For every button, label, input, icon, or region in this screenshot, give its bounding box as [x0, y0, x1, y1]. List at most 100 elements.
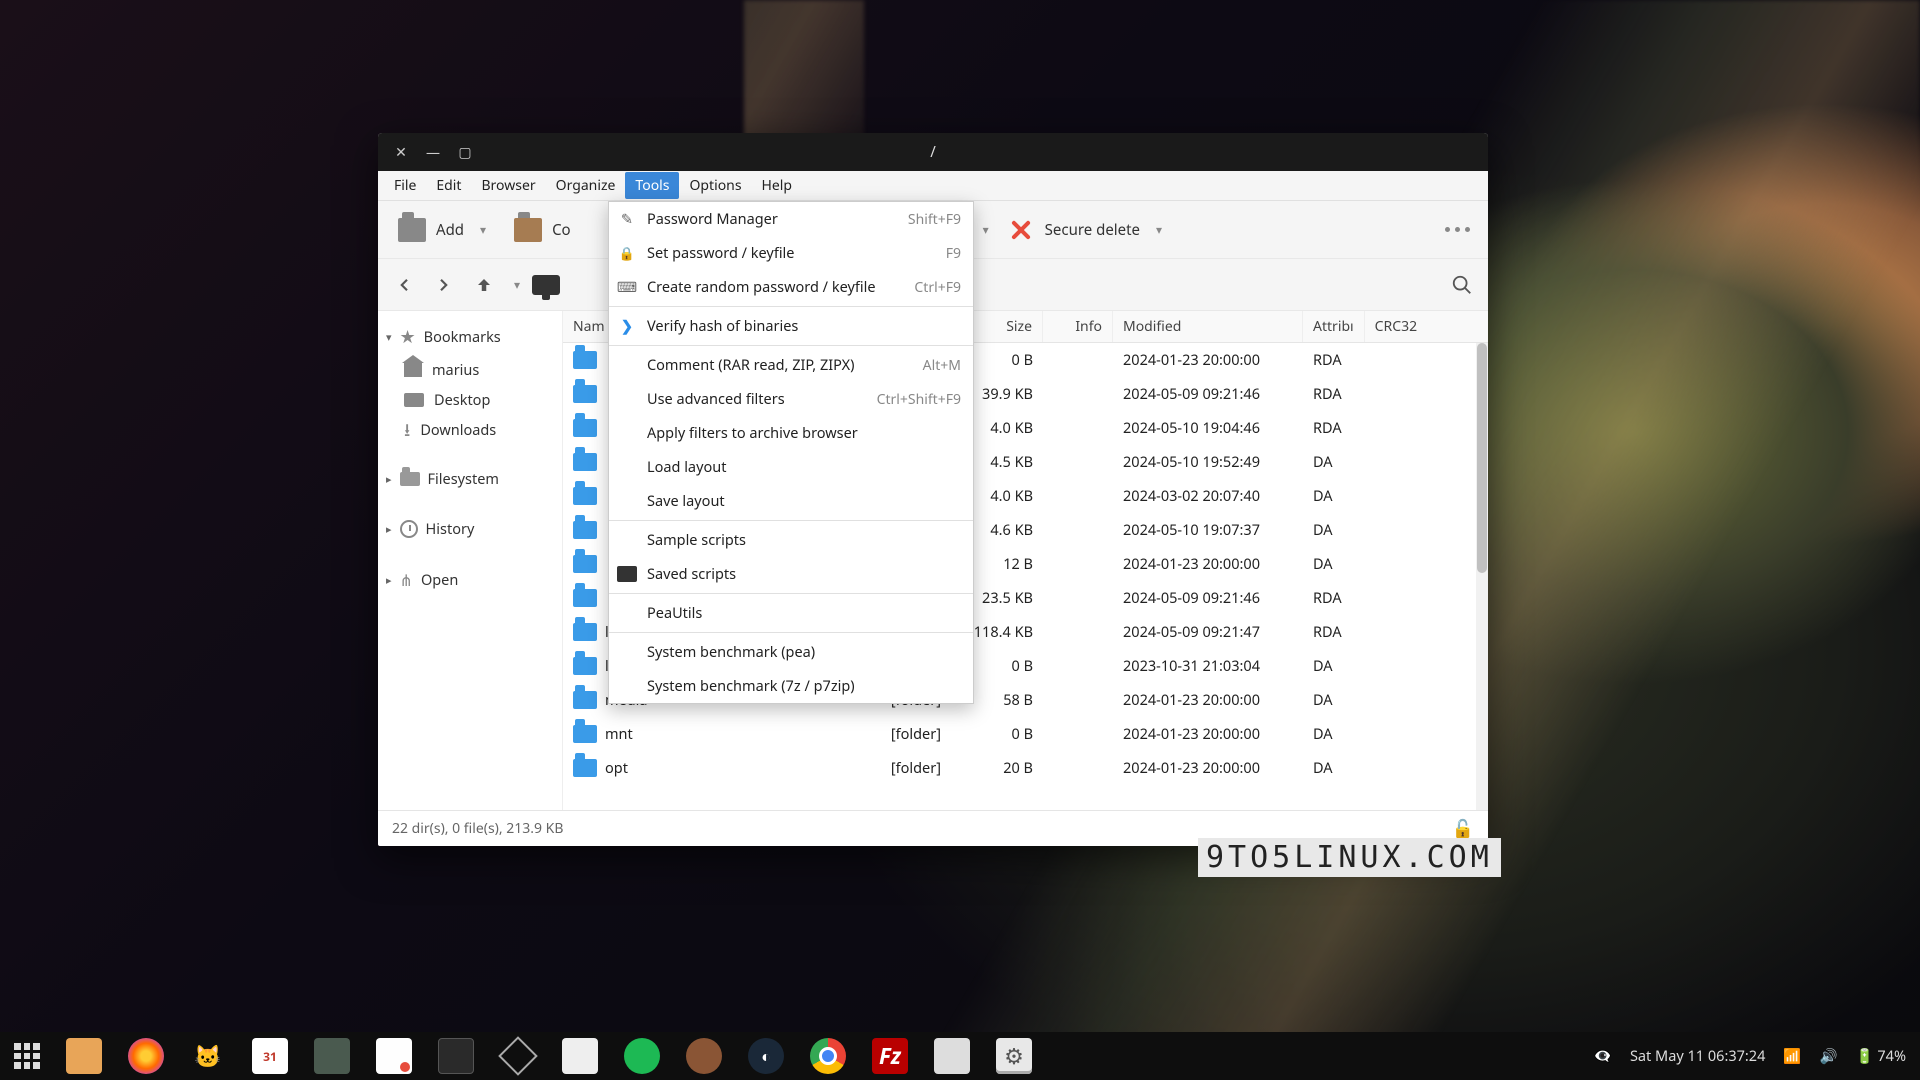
sidebar-open[interactable]: ▸ ⋔ Open: [378, 563, 562, 597]
menu-edit[interactable]: Edit: [426, 172, 471, 199]
menu-help[interactable]: Help: [752, 172, 803, 199]
tray-volume-icon[interactable]: 🔊: [1819, 1046, 1837, 1066]
chevron-down-icon: ▾: [386, 330, 392, 345]
table-row[interactable]: opt[folder]20 B2024-01-23 20:00:00DA: [563, 751, 1488, 785]
secure-delete-button[interactable]: Secure delete ▾: [997, 212, 1172, 248]
sidebar: ▾ ★ Bookmarks marius Desktop ⭳ Downloads…: [378, 311, 563, 810]
taskbar-boxes[interactable]: [500, 1038, 536, 1074]
computer-icon[interactable]: [532, 275, 560, 295]
tray-wifi-icon[interactable]: 📶: [1783, 1046, 1801, 1066]
menu-item[interactable]: Saved scripts: [609, 557, 973, 591]
taskbar-editor[interactable]: [376, 1038, 412, 1074]
col-modified[interactable]: Modified: [1113, 311, 1303, 342]
folder-icon: [573, 385, 597, 403]
taskbar-calculator[interactable]: [314, 1038, 350, 1074]
table-row[interactable]: mnt[folder]0 B2024-01-23 20:00:00DA: [563, 717, 1488, 751]
chevron-down-icon[interactable]: ▾: [514, 276, 520, 293]
folder-icon: [573, 759, 597, 777]
folder-icon: [573, 691, 597, 709]
menu-item[interactable]: Password ManagerShift+F9: [609, 202, 973, 236]
sidebar-item-desktop[interactable]: Desktop: [378, 385, 562, 415]
maximize-button[interactable]: ▢: [458, 145, 472, 159]
taskbar-software[interactable]: [562, 1038, 598, 1074]
taskbar-news[interactable]: [934, 1038, 970, 1074]
folder-icon: [573, 623, 597, 641]
delete-x-icon: [1007, 218, 1035, 242]
taskbar-filezilla[interactable]: Fz: [872, 1038, 908, 1074]
menu-item[interactable]: Save layout: [609, 484, 973, 518]
menu-item[interactable]: Create random password / keyfileCtrl+F9: [609, 270, 973, 304]
taskbar-steam[interactable]: ◐: [748, 1038, 784, 1074]
menu-item[interactable]: Set password / keyfileF9: [609, 236, 973, 270]
tray-battery[interactable]: 🔋 74%: [1856, 1046, 1906, 1066]
chevron-down-icon[interactable]: ▾: [983, 221, 989, 238]
blank-icon: [617, 678, 637, 694]
menu-item[interactable]: System benchmark (7z / p7zip): [609, 669, 973, 703]
menu-item[interactable]: Apply filters to archive browser: [609, 416, 973, 450]
chevron-down-icon: ▾: [480, 221, 486, 238]
close-button[interactable]: ✕: [394, 145, 408, 159]
menu-file[interactable]: File: [384, 172, 426, 199]
blank-icon: [617, 459, 637, 475]
taskbar-spotify[interactable]: [624, 1038, 660, 1074]
titlebar[interactable]: ✕ — ▢ /: [378, 133, 1488, 171]
sidebar-item-downloads[interactable]: ⭳ Downloads: [378, 415, 562, 445]
tray-dnd-icon[interactable]: 👁‍🗨: [1594, 1046, 1612, 1066]
menu-item[interactable]: Load layout: [609, 450, 973, 484]
col-attrib[interactable]: Attribı: [1303, 311, 1365, 342]
keyboard-icon: [617, 279, 637, 295]
nav-back-button[interactable]: [388, 269, 420, 301]
taskbar-cat[interactable]: 🐱: [190, 1038, 226, 1074]
nav-up-button[interactable]: [468, 269, 500, 301]
star-icon: ★: [400, 325, 416, 349]
convert-label: Co: [552, 220, 571, 240]
menu-item[interactable]: Sample scripts: [609, 523, 973, 557]
menu-item[interactable]: Comment (RAR read, ZIP, ZIPX)Alt+M: [609, 348, 973, 382]
add-button[interactable]: Add ▾: [388, 212, 496, 248]
taskbar-files[interactable]: [66, 1038, 102, 1074]
keylock-icon: [617, 245, 637, 261]
menu-organize[interactable]: Organize: [546, 172, 626, 199]
share-icon: ⋔: [400, 569, 413, 591]
sidebar-filesystem[interactable]: ▸ Filesystem: [378, 463, 562, 495]
home-icon: [404, 363, 422, 377]
folder-icon: [573, 487, 597, 505]
lock-icon[interactable]: 🔓: [1452, 817, 1474, 841]
scrollbar-thumb[interactable]: [1477, 343, 1487, 573]
taskbar-peazip-active[interactable]: ⚙: [996, 1038, 1032, 1074]
blank-icon: [617, 425, 637, 441]
sidebar-item-home[interactable]: marius: [378, 355, 562, 385]
convert-button[interactable]: Co: [504, 212, 581, 248]
scrollbar-track[interactable]: [1476, 343, 1488, 810]
menu-options[interactable]: Options: [679, 172, 751, 199]
minimize-button[interactable]: —: [426, 145, 440, 159]
menu-item[interactable]: Use advanced filtersCtrl+Shift+F9: [609, 382, 973, 416]
search-button[interactable]: [1446, 269, 1478, 301]
system-tray: 👁‍🗨 Sat May 11 06:37:24 📶 🔊 🔋 74%: [1594, 1046, 1906, 1066]
menu-item[interactable]: PeaUtils: [609, 596, 973, 630]
chevron-right-icon: ▸: [386, 573, 392, 588]
col-crc[interactable]: CRC32: [1365, 311, 1427, 342]
more-menu-button[interactable]: [1437, 219, 1478, 240]
watermark: 9TO5LINUX.COM: [1198, 838, 1501, 877]
menu-browser[interactable]: Browser: [471, 172, 545, 199]
tray-datetime[interactable]: Sat May 11 06:37:24: [1630, 1046, 1765, 1066]
menu-item[interactable]: Verify hash of binaries: [609, 309, 973, 343]
taskbar-terminal[interactable]: [438, 1038, 474, 1074]
blank-icon: [617, 644, 637, 660]
menu-tools[interactable]: Tools: [625, 172, 679, 199]
sidebar-history[interactable]: ▸ History: [378, 513, 562, 545]
taskbar-calendar[interactable]: 31: [252, 1038, 288, 1074]
menu-separator: [609, 520, 973, 521]
folder-icon: [573, 589, 597, 607]
menu-item[interactable]: System benchmark (pea): [609, 635, 973, 669]
sidebar-bookmarks[interactable]: ▾ ★ Bookmarks: [378, 319, 562, 355]
taskbar-gimp[interactable]: [686, 1038, 722, 1074]
app-grid-button[interactable]: [14, 1043, 40, 1069]
verify-icon: [617, 318, 637, 334]
taskbar-firefox[interactable]: [128, 1038, 164, 1074]
blank-icon: [617, 532, 637, 548]
col-info[interactable]: Info: [1043, 311, 1113, 342]
taskbar-chrome[interactable]: [810, 1038, 846, 1074]
nav-forward-button[interactable]: [428, 269, 460, 301]
